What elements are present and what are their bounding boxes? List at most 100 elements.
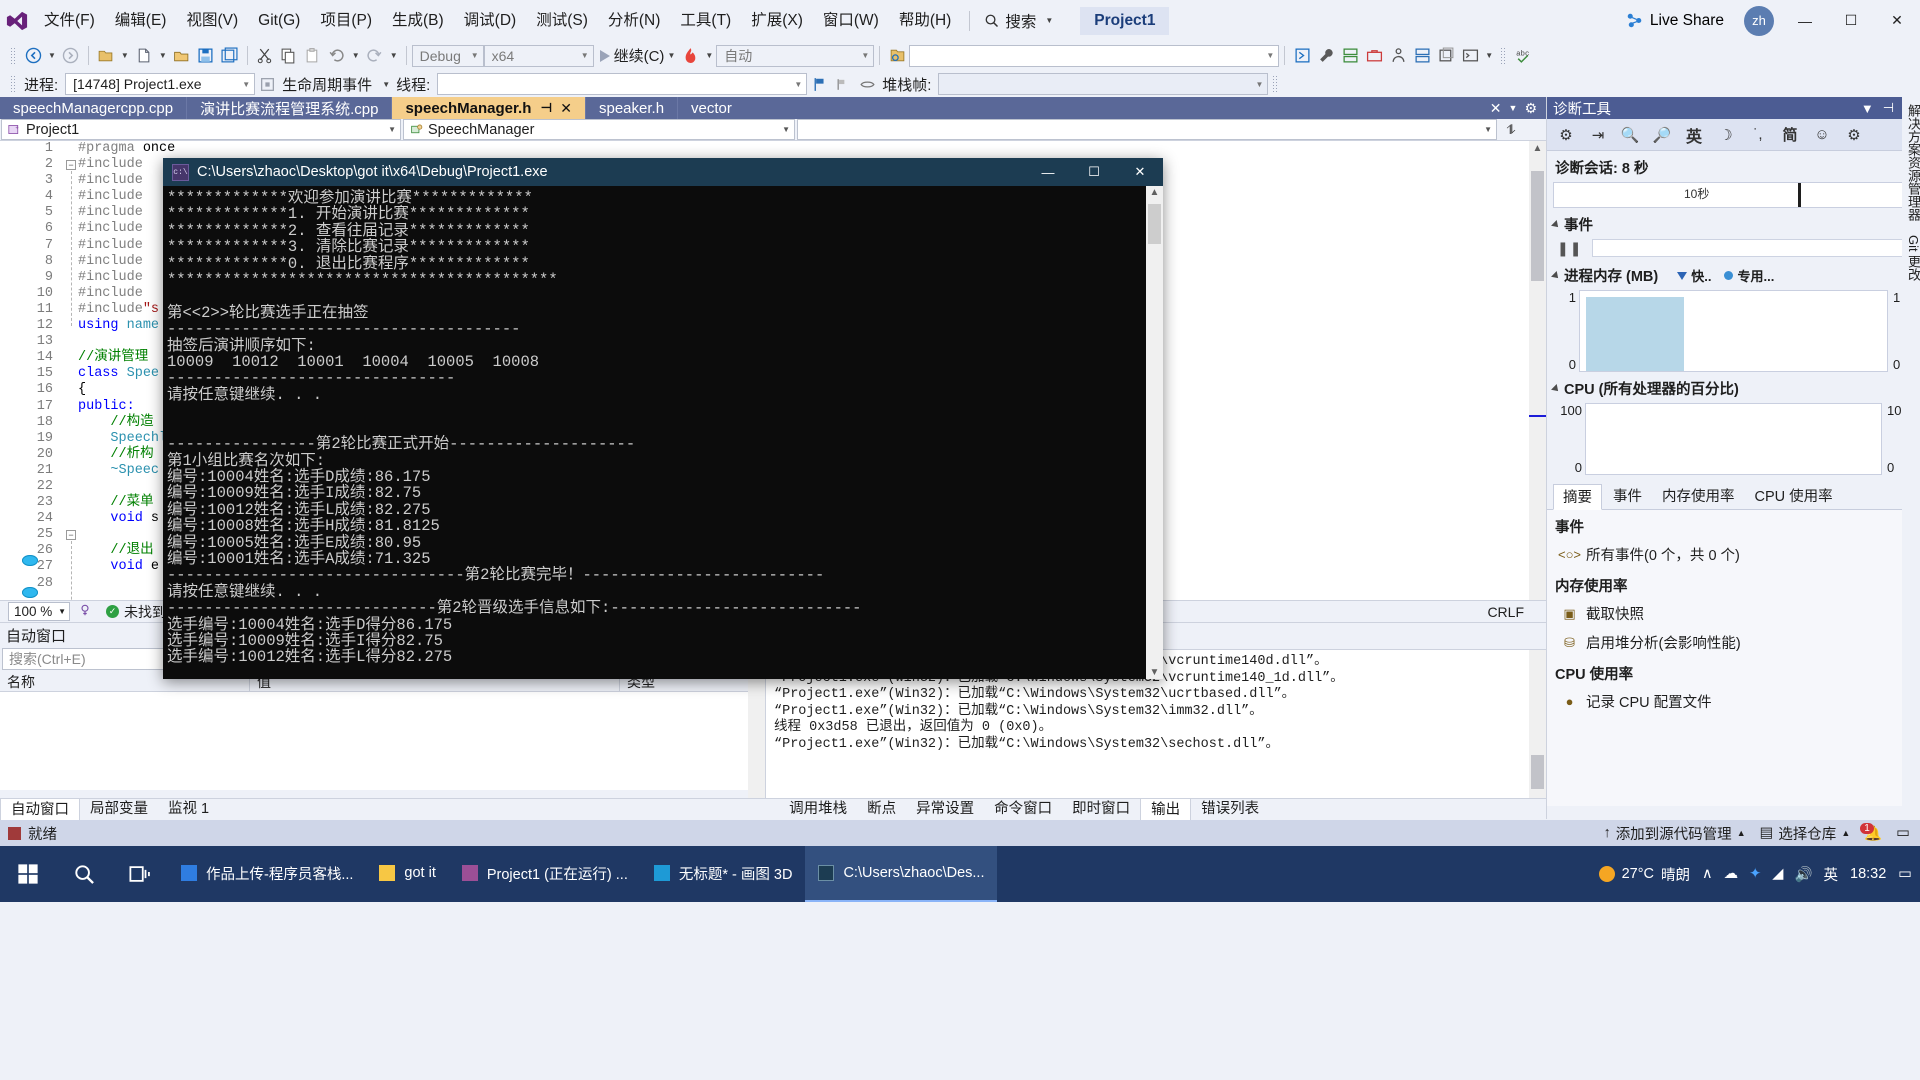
toolbar-overflow-grip[interactable] — [1500, 46, 1508, 65]
scrollbar-thumb[interactable] — [1148, 204, 1161, 244]
fold-marker[interactable]: − — [66, 160, 76, 170]
code-line[interactable]: #include — [78, 254, 175, 270]
record-cpu-link[interactable]: ● 记录 CPU 配置文件 — [1547, 687, 1920, 716]
breakpoint-marker[interactable] — [22, 555, 38, 566]
split-editor-icon[interactable]: ⥮ — [1498, 122, 1524, 138]
bottom-tab-call-stack[interactable]: 调用堆栈 — [779, 798, 857, 820]
code-line[interactable]: void e — [78, 559, 175, 575]
paste-button[interactable] — [301, 44, 325, 68]
pin-icon[interactable]: ⊣ — [1883, 100, 1894, 116]
continue-button[interactable]: 继续(C) ▼ — [599, 45, 679, 66]
stack-frame-combo[interactable]: ▼ — [938, 73, 1269, 95]
menu-test[interactable]: 测试(S) — [526, 0, 598, 41]
properties-wrench-icon[interactable] — [1314, 44, 1338, 68]
console-maximize-button[interactable]: ☐ — [1071, 158, 1117, 186]
memory-section-header[interactable]: 进程内存 (MB) 快.. 专用... — [1547, 259, 1920, 288]
project-selector-combo[interactable]: + Project1 ▼ — [1, 119, 401, 140]
lifecycle-events-icon[interactable] — [255, 72, 279, 96]
solution-platform-combo[interactable]: x64 ▼ — [483, 44, 594, 67]
task-view-button[interactable] — [112, 846, 168, 902]
taskbar-app-2[interactable]: got it — [366, 846, 448, 902]
weather-widget[interactable]: 27°C 晴朗 — [1598, 864, 1690, 885]
taskbar-app-4[interactable]: 无标题* - 画图 3D — [641, 846, 806, 902]
add-to-source-control[interactable]: ↑ 添加到源代码管理 ▲ — [1603, 823, 1745, 844]
diagnostic-timeline[interactable]: 10秒 — [1553, 182, 1914, 208]
cpu-section-header[interactable]: CPU (所有处理器的百分比) — [1547, 372, 1920, 401]
spell-check-icon[interactable]: abc — [1511, 44, 1535, 68]
code-line[interactable]: //析构 — [78, 447, 175, 463]
server-explorer-icon[interactable] — [1410, 44, 1434, 68]
network-icon[interactable]: ◢ — [1772, 866, 1783, 882]
cut-button[interactable] — [253, 44, 277, 68]
console-body[interactable]: *************欢迎参加演讲比赛************* *****… — [163, 186, 1163, 679]
menu-debug[interactable]: 调试(D) — [454, 0, 527, 41]
class-view-icon[interactable] — [1386, 44, 1410, 68]
menu-edit[interactable]: 编辑(E) — [105, 0, 177, 41]
code-line[interactable]: #include — [78, 286, 175, 302]
autos-grid[interactable]: 名称 值 类型 — [0, 670, 765, 790]
process-combo[interactable]: [14748] Project1.exe ▼ — [65, 73, 256, 95]
scrollbar-thumb[interactable] — [1531, 171, 1544, 281]
gear-icon[interactable]: ⚙ — [1524, 100, 1537, 117]
menu-window[interactable]: 窗口(W) — [813, 0, 889, 41]
menu-file[interactable]: 文件(F) — [34, 0, 105, 41]
diag-tab-summary[interactable]: 摘要 — [1553, 484, 1602, 510]
terminal-dropdown-icon[interactable]: ▼ — [1482, 51, 1496, 60]
taskbar-app-1[interactable]: 作品上传-程序员客栈... — [168, 846, 366, 902]
bottom-tab-command-window[interactable]: 命令窗口 — [984, 798, 1062, 820]
tab-dropdown-icon[interactable]: ▼ — [1509, 103, 1518, 113]
diag-tab-events[interactable]: 事件 — [1604, 484, 1651, 510]
bottom-tab-breakpoints[interactable]: 断点 — [857, 798, 906, 820]
volume-icon[interactable]: 🔊 — [1794, 866, 1812, 883]
diag-tab-cpu[interactable]: CPU 使用率 — [1746, 484, 1842, 510]
navigate-forward-button[interactable] — [59, 44, 83, 68]
zoom-out-icon[interactable]: 🔎 — [1647, 122, 1677, 148]
open-file-button[interactable] — [170, 44, 194, 68]
fold-marker[interactable]: − — [66, 530, 76, 540]
ime-indicator[interactable]: 英 — [1824, 864, 1839, 885]
new-file-dropdown-icon[interactable]: ▼ — [156, 51, 170, 60]
account-avatar[interactable]: zh — [1744, 5, 1774, 36]
take-snapshot-link[interactable]: ▣ 截取快照 — [1547, 599, 1920, 628]
close-icon[interactable]: ✕ — [560, 100, 572, 117]
code-line[interactable]: //菜单 — [78, 495, 175, 511]
tool-tab-solution-explorer[interactable]: 解决方案资源管理器 — [1902, 97, 1920, 228]
menu-view[interactable]: 视图(V) — [176, 0, 248, 41]
code-line[interactable]: void s — [78, 511, 175, 527]
find-in-files-icon[interactable] — [885, 44, 909, 68]
pause-icon[interactable]: ❚❚ — [1557, 240, 1582, 257]
window-minimize-button[interactable]: — — [1782, 0, 1828, 41]
code-line[interactable]: #include — [78, 173, 175, 189]
editor-vertical-scrollbar[interactable]: ▲ ▼ — [1529, 141, 1546, 622]
menu-analyze[interactable]: 分析(N) — [598, 0, 671, 41]
console-title-bar[interactable]: c:\ C:\Users\zhaoc\Desktop\got it\x64\De… — [163, 158, 1163, 186]
undo-dropdown-icon[interactable]: ▼ — [349, 51, 363, 60]
line-ending-indicator[interactable]: CRLF — [1487, 604, 1546, 620]
zoom-reset-icon[interactable]: ⇥ — [1583, 122, 1613, 148]
bottom-tab-error-list[interactable]: 错误列表 — [1191, 798, 1269, 820]
container-window-icon[interactable] — [1434, 44, 1458, 68]
code-line[interactable]: //演讲管理 — [78, 350, 175, 366]
gear-icon[interactable]: ⚙ — [1551, 122, 1581, 148]
copy-button[interactable] — [277, 44, 301, 68]
emoji-icon[interactable]: ☺ — [1807, 122, 1837, 148]
close-all-icon[interactable]: ✕ — [1490, 100, 1502, 117]
code-line[interactable]: #include — [78, 157, 175, 173]
diag-tab-memory[interactable]: 内存使用率 — [1653, 484, 1744, 510]
code-line[interactable]: using name — [78, 318, 175, 334]
output-vertical-scrollbar[interactable] — [1529, 650, 1546, 799]
tab-speech-contest-main-cpp[interactable]: 演讲比赛流程管理系统.cpp — [186, 97, 392, 119]
code-line[interactable]: #include — [78, 221, 175, 237]
solution-explorer-icon[interactable] — [1290, 44, 1314, 68]
tab-speechmanagercpp-cpp[interactable]: speechManagercpp.cpp — [0, 97, 187, 119]
code-line[interactable]: Speechl — [78, 431, 175, 447]
notifications-button[interactable]: 🔔 1 — [1860, 823, 1882, 842]
onedrive-icon[interactable]: ☁ — [1724, 866, 1739, 882]
intellisense-icon[interactable] — [78, 603, 92, 620]
tab-speaker-h[interactable]: speaker.h — [584, 97, 678, 119]
taskbar-search-button[interactable] — [56, 846, 112, 902]
taskbar-clock[interactable]: 18:32 — [1850, 866, 1886, 883]
scroll-up-icon[interactable]: ▲ — [1529, 143, 1546, 154]
code-line[interactable]: #include — [78, 205, 175, 221]
bottom-tab-autos[interactable]: 自动窗口 — [0, 798, 80, 820]
